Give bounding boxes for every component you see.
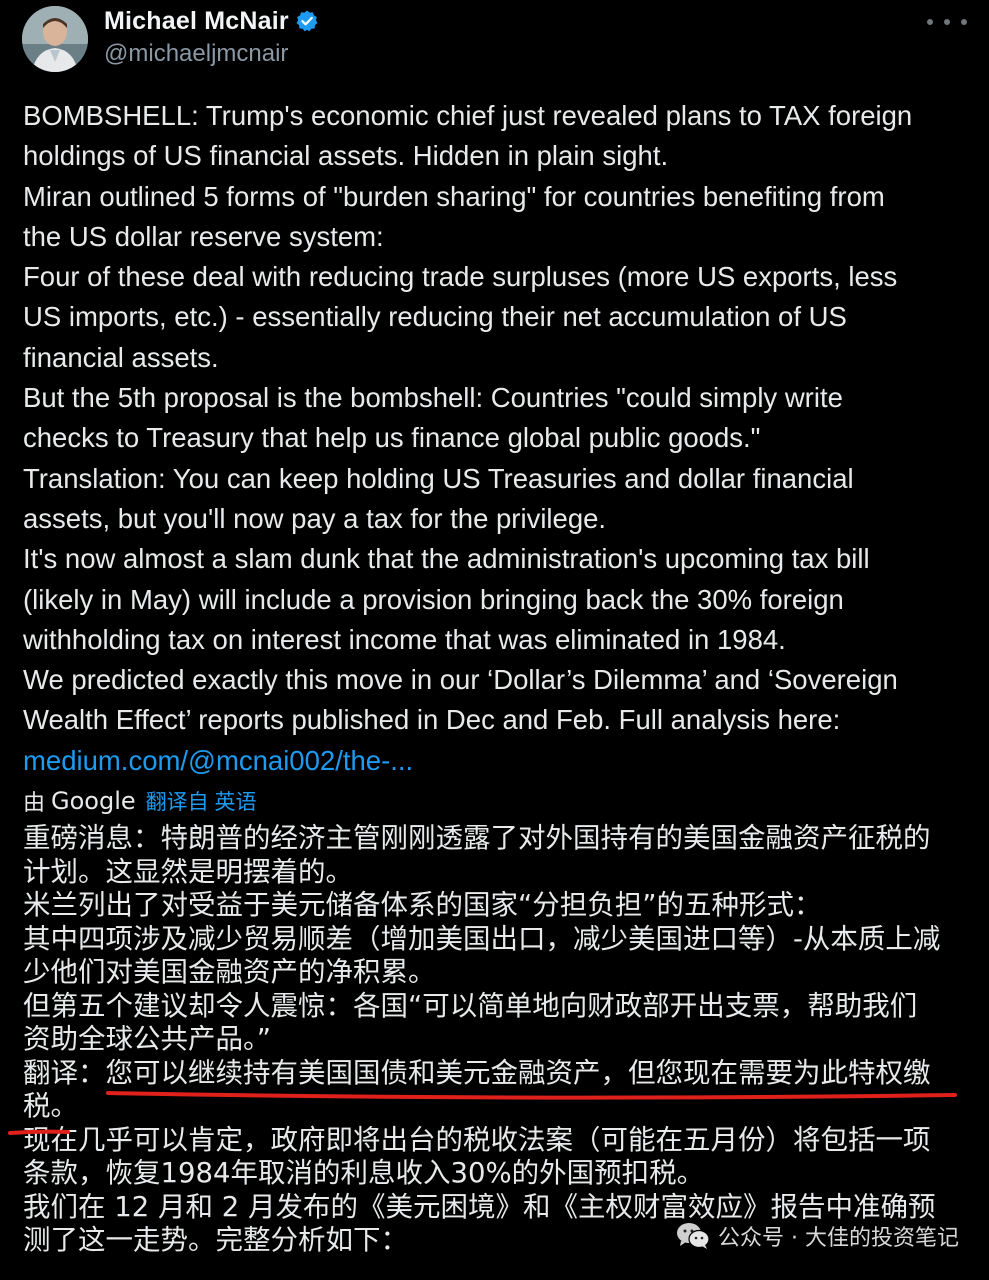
tweet-line: It's now almost a slam dunk that the adm… <box>23 543 870 575</box>
translated-line: 资助全球公共产品。” <box>23 1023 271 1055</box>
tweet-line: Miran outlined 5 forms of "burden sharin… <box>23 180 885 212</box>
tweet-line: US imports, etc.) - essentially reducing… <box>23 301 847 333</box>
tweet-text: BOMBSHELL: Trump's economic chief just r… <box>23 96 968 781</box>
tweet-line: the US dollar reserve system: <box>23 220 384 252</box>
translated-line: 重磅消息：特朗普的经济主管刚刚透露了对外国持有的美国金融资产征税的 <box>23 822 931 854</box>
translated-by-label: 由 <box>23 790 46 815</box>
translated-line: 少他们对美国金融资产的净积累。 <box>23 956 436 988</box>
translated-line: 但第五个建议却令人震惊：各国“可以简单地向财政部开出支票，帮助我们 <box>23 989 918 1022</box>
tweet-line: BOMBSHELL: Trump's economic chief just r… <box>23 100 913 131</box>
display-name[interactable]: Michael McNair <box>104 7 289 36</box>
tweet-line: Translation: You can keep holding US Tre… <box>23 462 854 494</box>
user-handle[interactable]: @michaeljmcnair <box>104 40 319 68</box>
user-info: Michael McNair @michaeljmcnair <box>104 6 319 68</box>
display-name-row: Michael McNair <box>104 6 319 36</box>
tweet-line: financial assets. <box>23 341 219 373</box>
tweet-line: We predicted exactly this move in our ‘D… <box>23 664 898 696</box>
tweet-link-line: medium.com/@mcnai002/the-... <box>23 741 968 781</box>
tweet-line: (likely in May) will include a provision… <box>23 583 844 615</box>
translated-from-link[interactable]: 翻译自 英语 <box>146 786 257 816</box>
translated-line: 条款，恢复1984年取消的利息收入30%的外国预扣税。 <box>23 1157 705 1189</box>
tweet-line: withholding tax on interest income that … <box>23 623 786 655</box>
avatar[interactable] <box>22 6 88 72</box>
translated-line: 计划。这显然是明摆着的。 <box>23 855 353 888</box>
tweet-line: But the 5th proposal is the bombshell: C… <box>23 382 843 414</box>
tweet-header: Michael McNair @michaeljmcnair <box>22 6 967 72</box>
translation-bar: 由 Google 翻译自 英语 <box>23 784 257 818</box>
translated-line: 米兰列出了对受益于美元储备体系的国家“分担负担”的五种形式： <box>23 889 822 921</box>
avatar-image <box>22 6 88 72</box>
translated-line: 翻译：您可以继续持有美国国债和美元金融资产，但您现在需要为此特权缴 <box>23 1056 931 1089</box>
tweet-line: Four of these deal with reducing trade s… <box>23 261 898 293</box>
tweet-line: holdings of US financial assets. Hidden … <box>23 140 669 172</box>
translated-text: 重磅消息：特朗普的经济主管刚刚透露了对外国持有的美国金融资产征税的 计划。这显然… <box>23 822 968 1258</box>
google-logo: Google <box>51 787 136 815</box>
translated-line: 税。 <box>23 1090 78 1122</box>
translated-line: 其中四项涉及减少贸易顺差（增加美国出口，减少美国进口等）-从本质上减 <box>23 922 941 955</box>
watermark: 公众号 · 大佳的投资笔记 <box>676 1220 959 1252</box>
analysis-link[interactable]: medium.com/@mcnai002/the-... <box>23 741 413 781</box>
more-options-icon[interactable] <box>927 10 967 34</box>
translated-line: 我们在 12 月和 2 月发布的《美元困境》和《主权财富效应》报告中准确预 <box>23 1190 936 1223</box>
tweet-line: checks to Treasury that help us finance … <box>23 422 761 454</box>
wechat-icon <box>677 1223 710 1249</box>
watermark-text: 公众号 · 大佳的投资笔记 <box>718 1226 959 1251</box>
translated-line: 现在几乎可以肯定，政府即将出台的税收法案（可能在五月份）将包括一项 <box>23 1123 931 1156</box>
verified-badge-icon <box>296 10 318 32</box>
tweet-line: assets, but you'll now pay a tax for the… <box>23 502 607 534</box>
tweet-line: Wealth Effect’ reports published in Dec … <box>23 704 841 736</box>
